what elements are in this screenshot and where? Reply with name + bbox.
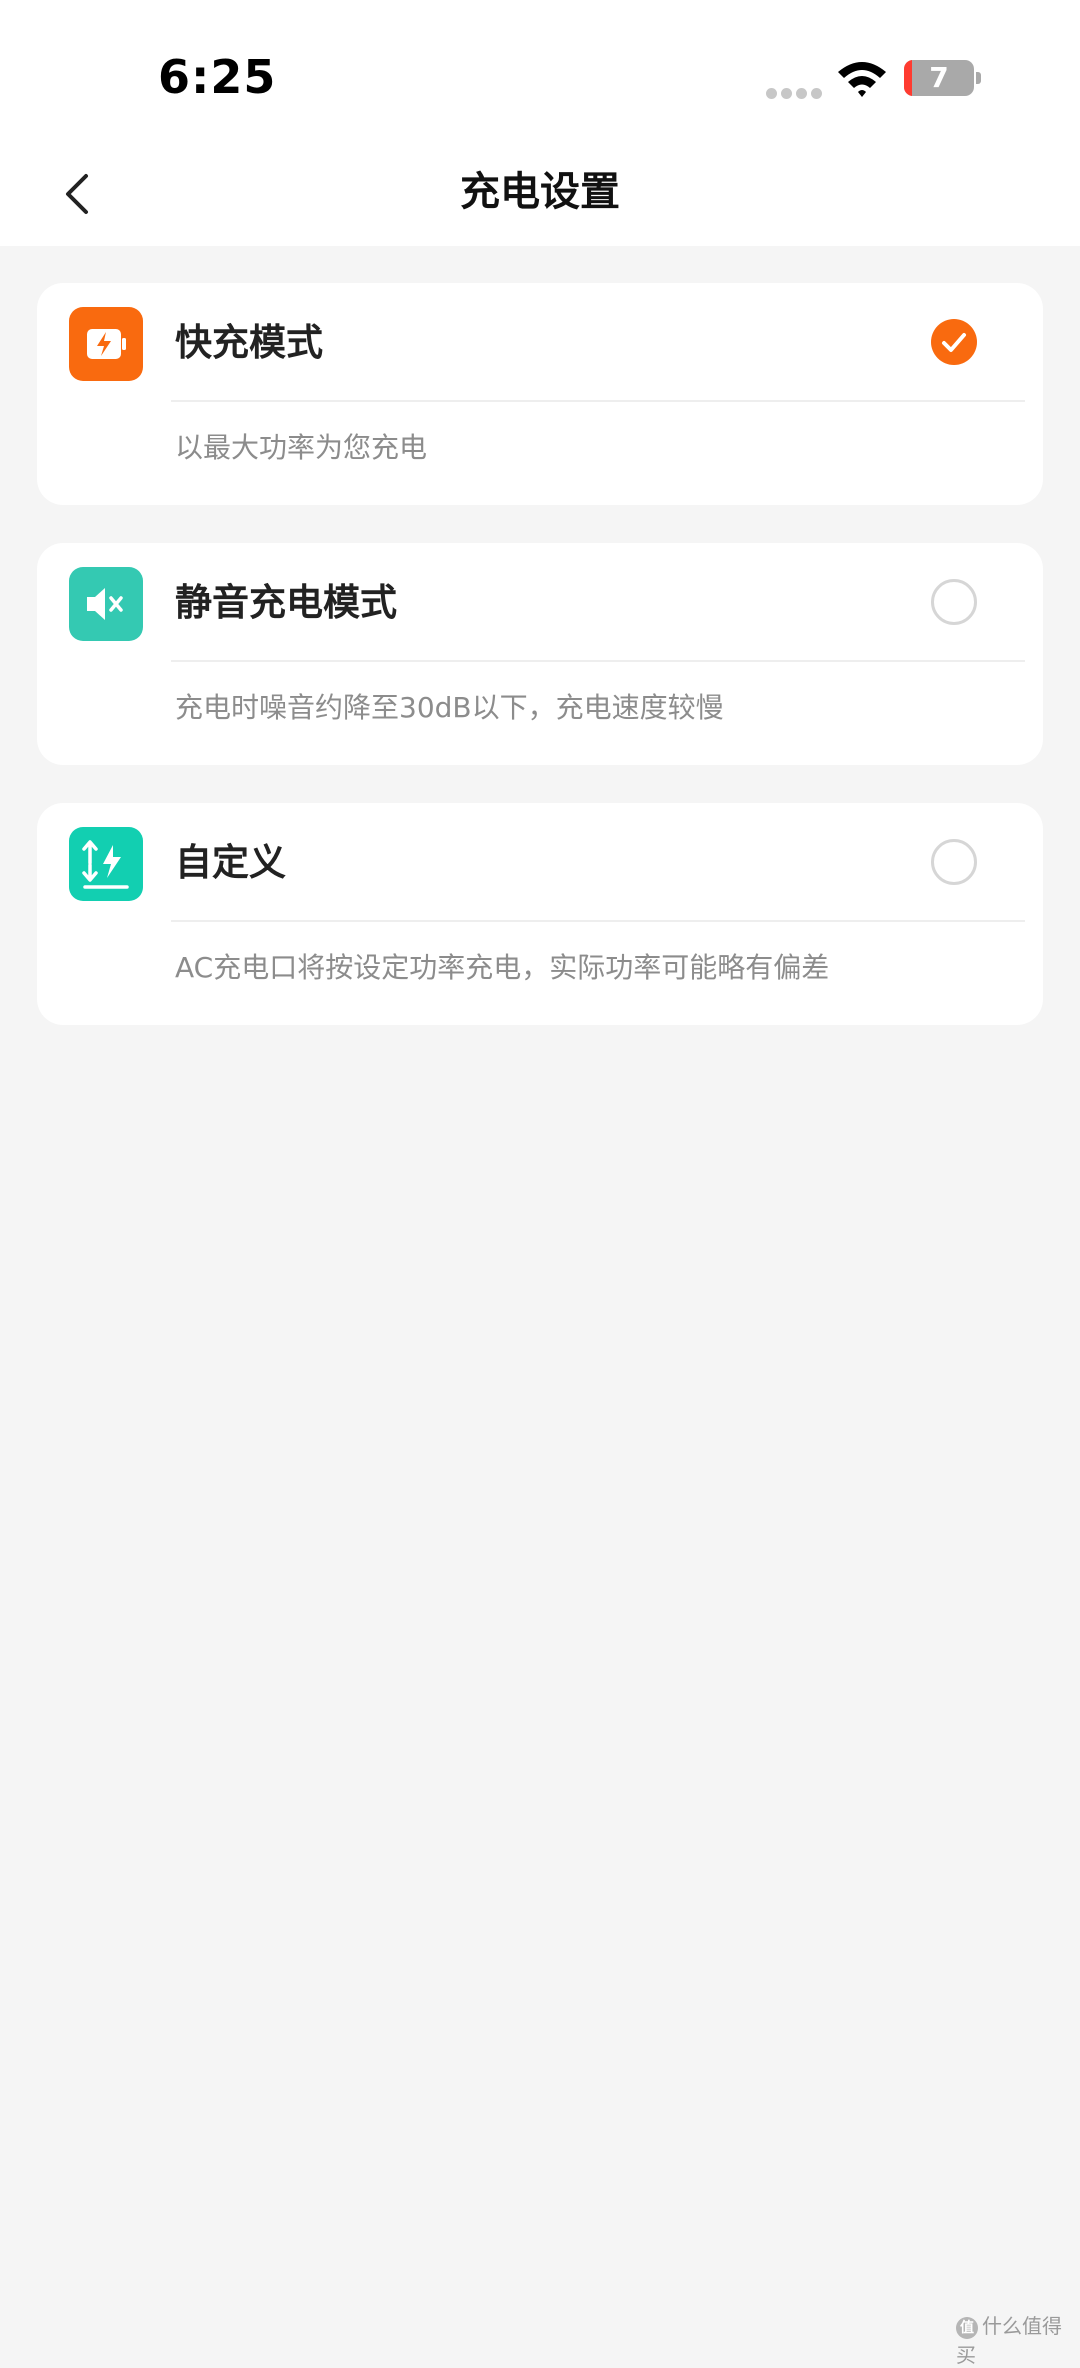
- option-description: AC充电口将按设定功率充电，实际功率可能略有偏差: [175, 951, 830, 984]
- option-title: 快充模式: [175, 321, 323, 364]
- divider: [171, 920, 1025, 922]
- radio-unselected[interactable]: [931, 579, 977, 625]
- signal-dots-icon: [766, 84, 826, 103]
- mute-speaker-icon: [69, 567, 143, 641]
- custom-power-icon: [69, 827, 143, 901]
- option-description: 以最大功率为您充电: [175, 431, 428, 464]
- page-title: 充电设置: [460, 169, 620, 215]
- option-title: 自定义: [175, 841, 286, 884]
- status-bar: 6:25 7: [0, 0, 1080, 150]
- navigation-bar: 充电设置: [0, 150, 1080, 246]
- fast-charge-battery-icon: [69, 307, 143, 381]
- chevron-left-icon: [66, 174, 88, 214]
- divider: [171, 660, 1025, 662]
- status-time: 6:25: [158, 50, 277, 104]
- battery-level: 7: [929, 61, 949, 94]
- divider: [171, 400, 1025, 402]
- wifi-icon: [838, 62, 886, 97]
- watermark-badge: 值: [956, 2316, 978, 2339]
- back-button[interactable]: [50, 166, 114, 230]
- option-fast-charge[interactable]: 快充模式 以最大功率为您充电: [37, 283, 1043, 505]
- radio-unselected[interactable]: [931, 839, 977, 885]
- option-silent-charge[interactable]: 静音充电模式 充电时噪音约降至30dB以下，充电速度较慢: [37, 543, 1043, 765]
- option-description: 充电时噪音约降至30dB以下，充电速度较慢: [175, 691, 724, 724]
- checkmark-icon: [942, 333, 966, 352]
- battery-indicator: 7: [904, 60, 982, 96]
- watermark: 值什么值得买: [956, 2310, 1080, 2368]
- option-custom[interactable]: 自定义 AC充电口将按设定功率充电，实际功率可能略有偏差: [37, 803, 1043, 1025]
- option-title: 静音充电模式: [175, 581, 397, 624]
- radio-selected[interactable]: [931, 319, 977, 365]
